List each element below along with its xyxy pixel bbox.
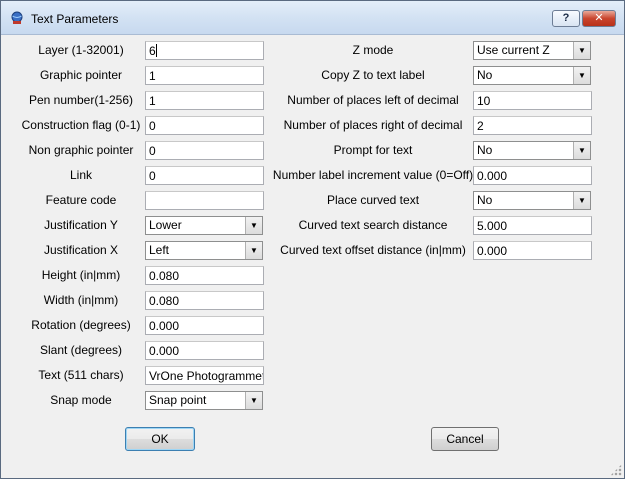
justification-y-label: Justification Y: [44, 218, 118, 232]
feature-code-label: Feature code: [45, 193, 117, 207]
justification-x-selected-value: Left: [149, 243, 170, 257]
number-label-increment-value-label: Number label increment value (0=Off): [272, 168, 474, 182]
width-value: 0.080: [149, 294, 180, 308]
number-label-increment-value-value: 0.000: [477, 169, 508, 183]
z-mode-label: Z mode: [352, 43, 394, 57]
z-mode-selected-value: Use current Z: [477, 43, 550, 57]
chevron-down-icon[interactable]: ▼: [245, 392, 262, 409]
chevron-down-icon[interactable]: ▼: [573, 142, 590, 159]
rotation-value: 0.000: [149, 319, 180, 333]
title-bar[interactable]: Text Parameters ? ✕: [1, 1, 624, 35]
height-label: Height (in|mm): [41, 268, 121, 282]
width-label: Width (in|mm): [43, 293, 119, 307]
copy-z-to-text-label-dropdown[interactable]: No ▼: [473, 66, 591, 85]
text-value: VrOne Photogrammetry: [149, 369, 264, 383]
dialog-body: Layer (1-32001) 6 Graphic pointer 1 Pen numb…: [1, 35, 624, 478]
chevron-down-icon[interactable]: ▼: [573, 192, 590, 209]
curved-text-offset-distance-input[interactable]: 0.000: [473, 241, 592, 260]
snap-mode-dropdown[interactable]: Snap point ▼: [145, 391, 263, 410]
place-curved-text-dropdown[interactable]: No ▼: [473, 191, 591, 210]
justification-y-dropdown[interactable]: Lower ▼: [145, 216, 263, 235]
copy-z-to-text-label-selected-value: No: [477, 68, 493, 82]
help-button[interactable]: ?: [552, 10, 580, 27]
width-input[interactable]: 0.080: [145, 291, 264, 310]
chevron-down-icon[interactable]: ▼: [573, 67, 590, 84]
curved-text-search-distance-label: Curved text search distance: [298, 218, 448, 232]
chevron-down-icon[interactable]: ▼: [245, 242, 262, 259]
chevron-down-icon[interactable]: ▼: [573, 42, 590, 59]
slant-value: 0.000: [149, 344, 180, 358]
height-input[interactable]: 0.080: [145, 266, 264, 285]
justification-y-selected-value: Lower: [149, 218, 182, 232]
rotation-label: Rotation (degrees): [31, 318, 131, 332]
prompt-for-text-dropdown[interactable]: No ▼: [473, 141, 591, 160]
slant-label: Slant (degrees): [39, 343, 123, 357]
graphic-pointer-input[interactable]: 1: [145, 66, 264, 85]
text-label: Text (511 chars): [38, 368, 124, 382]
pen-number-label: Pen number(1-256): [28, 93, 134, 107]
layer-input[interactable]: 6: [145, 41, 264, 60]
non-graphic-pointer-label: Non graphic pointer: [28, 143, 134, 157]
construction-flag-label: Construction flag (0-1): [21, 118, 141, 132]
resize-grip[interactable]: [610, 464, 622, 476]
graphic-pointer-label: Graphic pointer: [39, 68, 123, 82]
z-mode-dropdown[interactable]: Use current Z ▼: [473, 41, 591, 60]
non-graphic-pointer-value: 0: [149, 144, 156, 158]
place-curved-text-selected-value: No: [477, 193, 493, 207]
number-of-places-right-of-decimal-input[interactable]: 2: [473, 116, 592, 135]
layer-value: 6: [149, 44, 156, 58]
text-input[interactable]: VrOne Photogrammetry: [145, 366, 264, 385]
cancel-button[interactable]: Cancel: [431, 427, 499, 451]
snap-mode-label: Snap mode: [50, 393, 112, 407]
app-globe-icon: [11, 11, 23, 24]
slant-input[interactable]: 0.000: [145, 341, 264, 360]
curved-text-offset-distance-value: 0.000: [477, 244, 508, 258]
justification-x-label: Justification X: [43, 243, 119, 257]
rotation-input[interactable]: 0.000: [145, 316, 264, 335]
snap-mode-selected-value: Snap point: [149, 393, 207, 407]
construction-flag-input[interactable]: 0: [145, 116, 264, 135]
number-label-increment-value-input[interactable]: 0.000: [473, 166, 592, 185]
curved-text-offset-distance-label: Curved text offset distance (in|mm): [280, 243, 466, 257]
link-value: 0: [149, 169, 156, 183]
number-of-places-left-of-decimal-value: 10: [477, 94, 491, 108]
graphic-pointer-value: 1: [149, 69, 156, 83]
link-input[interactable]: 0: [145, 166, 264, 185]
close-button[interactable]: ✕: [582, 10, 616, 27]
justification-x-dropdown[interactable]: Left ▼: [145, 241, 263, 260]
ok-button[interactable]: OK: [125, 427, 195, 451]
chevron-down-icon[interactable]: ▼: [245, 217, 262, 234]
number-of-places-right-of-decimal-label: Number of places right of decimal: [283, 118, 463, 132]
pen-number-input[interactable]: 1: [145, 91, 264, 110]
construction-flag-value: 0: [149, 119, 156, 133]
curved-text-search-distance-input[interactable]: 5.000: [473, 216, 592, 235]
number-of-places-left-of-decimal-label: Number of places left of decimal: [287, 93, 459, 107]
link-label: Link: [69, 168, 93, 182]
window-title: Text Parameters: [31, 12, 119, 26]
pen-number-value: 1: [149, 94, 156, 108]
curved-text-search-distance-value: 5.000: [477, 219, 508, 233]
feature-code-input[interactable]: [145, 191, 264, 210]
number-of-places-left-of-decimal-input[interactable]: 10: [473, 91, 592, 110]
copy-z-to-text-label-label: Copy Z to text label: [321, 68, 425, 82]
prompt-for-text-label: Prompt for text: [333, 143, 413, 157]
text-parameters-dialog: Text Parameters ? ✕ Layer (1-32001) 6 Grap…: [0, 0, 625, 479]
number-of-places-right-of-decimal-value: 2: [477, 119, 484, 133]
non-graphic-pointer-input[interactable]: 0: [145, 141, 264, 160]
place-curved-text-label: Place curved text: [326, 193, 420, 207]
text-caret: [155, 44, 157, 57]
layer-label: Layer (1-32001): [38, 43, 124, 57]
height-value: 0.080: [149, 269, 180, 283]
prompt-for-text-selected-value: No: [477, 143, 493, 157]
